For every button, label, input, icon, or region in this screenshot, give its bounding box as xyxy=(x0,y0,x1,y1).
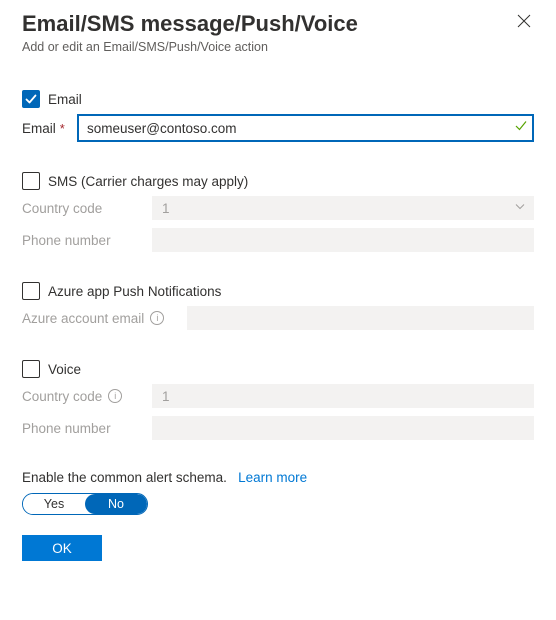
voice-phone-input[interactable] xyxy=(152,416,534,440)
page-title: Email/SMS message/Push/Voice xyxy=(22,10,534,38)
sms-checkbox-label: SMS (Carrier charges may apply) xyxy=(48,174,248,189)
schema-toggle[interactable]: Yes No xyxy=(22,493,148,515)
voice-country-value-box: 1 xyxy=(152,384,534,408)
close-icon xyxy=(517,14,531,28)
voice-country-label: Country code i xyxy=(22,389,152,404)
sms-section: SMS (Carrier charges may apply) Country … xyxy=(22,172,534,252)
info-icon[interactable]: i xyxy=(108,389,122,403)
push-checkbox[interactable] xyxy=(22,282,40,300)
pane-header: Email/SMS message/Push/Voice Add or edit… xyxy=(22,10,534,54)
required-indicator: * xyxy=(60,121,65,136)
voice-phone-label: Phone number xyxy=(22,421,152,436)
close-button[interactable] xyxy=(510,10,538,38)
sms-country-label: Country code xyxy=(22,201,152,216)
voice-section: Voice Country code i 1 Phone number xyxy=(22,360,534,440)
info-icon[interactable]: i xyxy=(150,311,164,325)
sms-country-value: 1 xyxy=(162,201,170,216)
voice-checkbox-label: Voice xyxy=(48,362,81,377)
sms-country-select[interactable]: 1 xyxy=(152,196,534,220)
push-email-input[interactable] xyxy=(187,306,534,330)
push-section: Azure app Push Notifications Azure accou… xyxy=(22,282,534,330)
schema-section: Enable the common alert schema. Learn mo… xyxy=(22,470,534,515)
checkmark-icon xyxy=(24,92,38,106)
email-section: Email Email * xyxy=(22,90,534,142)
action-config-pane: Email/SMS message/Push/Voice Add or edit… xyxy=(0,0,556,620)
sms-phone-input[interactable] xyxy=(152,228,534,252)
learn-more-link[interactable]: Learn more xyxy=(238,470,307,485)
ok-button[interactable]: OK xyxy=(22,535,102,561)
chevron-down-icon xyxy=(514,201,526,216)
voice-country-value: 1 xyxy=(162,389,170,404)
push-email-label: Azure account email i xyxy=(22,311,187,326)
email-input[interactable] xyxy=(77,114,534,142)
sms-checkbox[interactable] xyxy=(22,172,40,190)
schema-text: Enable the common alert schema. xyxy=(22,470,227,485)
email-checkbox[interactable] xyxy=(22,90,40,108)
page-subtitle: Add or edit an Email/SMS/Push/Voice acti… xyxy=(22,40,534,54)
validation-check-icon xyxy=(514,119,528,138)
voice-checkbox[interactable] xyxy=(22,360,40,378)
toggle-yes[interactable]: Yes xyxy=(23,494,85,514)
email-checkbox-label: Email xyxy=(48,92,82,107)
email-field-label: Email xyxy=(22,121,56,136)
push-checkbox-label: Azure app Push Notifications xyxy=(48,284,221,299)
sms-phone-label: Phone number xyxy=(22,233,152,248)
toggle-no[interactable]: No xyxy=(85,494,147,514)
